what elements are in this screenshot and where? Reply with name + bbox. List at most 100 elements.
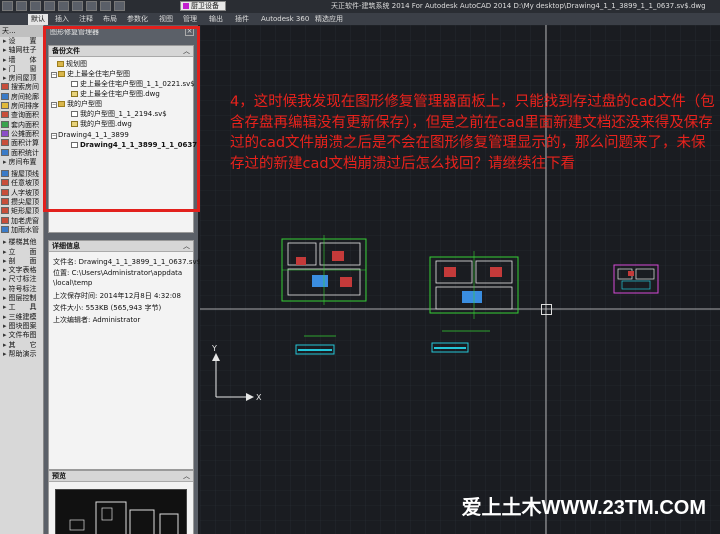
menu-section[interactable]: 剖 面	[0, 257, 43, 266]
preview-thumbnail	[55, 489, 187, 534]
print-icon[interactable]	[72, 1, 83, 11]
menu-blocks-hatches[interactable]: 图块图案	[0, 322, 43, 331]
menu-rect-roof[interactable]: 矩形屋顶	[0, 207, 43, 216]
detail-last-saved: 上次保存时间: 2014年12月8日 4:32:08	[53, 292, 181, 300]
menu-elevation[interactable]: 立 面	[0, 248, 43, 257]
details-header[interactable]: 详细信息 ︿	[49, 241, 193, 252]
collapse-icon[interactable]: −	[51, 133, 57, 139]
menu-3d-modeling[interactable]: 三维建模	[0, 313, 43, 322]
drawing-canvas[interactable]: Y X 4，这时候我发现在图形修复管理器面板上，只能找到存过盘的cad文件（包含…	[200, 25, 720, 534]
pyramid-roof-icon	[1, 198, 9, 206]
tree-node-folder[interactable]: − Drawing4_1_1_3899	[51, 131, 129, 140]
redo-icon[interactable]	[100, 1, 111, 11]
menu-dormer[interactable]: 加老虎窗	[0, 216, 43, 226]
ribbon-tabs: 默认 插入 注释 布局 参数化 视图 管理 输出 插件 Autodesk 360…	[0, 13, 720, 25]
menu-dimensions[interactable]: 尺寸标注	[0, 275, 43, 284]
menu-axis-columns[interactable]: 轴网柱子	[0, 46, 43, 55]
tree-node-folder[interactable]: − 史上最全住宅户型图	[51, 70, 130, 79]
workspace-dropdown[interactable]: 厨卫设备	[180, 1, 226, 11]
tree-node-file-selected[interactable]: Drawing4_1_1_3899_1_1_0637.sv$	[71, 141, 213, 150]
rain-pipe-icon	[1, 225, 9, 233]
svg-text:X: X	[256, 393, 262, 402]
save-icon[interactable]	[44, 1, 55, 11]
menu-text-tables[interactable]: 文字表格	[0, 266, 43, 275]
preview-drawing	[69, 501, 179, 534]
detail-filename: 文件名: Drawing4_1_1_3899_1_1_0637.sv$	[53, 258, 202, 266]
menu-stairs-other[interactable]: 楼梯其他	[0, 238, 43, 247]
tree-node-file[interactable]: 史上最全住宅户型图_1_1_0221.sv$	[71, 80, 195, 89]
undo-icon[interactable]	[86, 1, 97, 11]
backup-file-icon	[71, 81, 78, 87]
tab-manage[interactable]: 管理	[180, 14, 200, 25]
menu-symbol-marks[interactable]: 符号标注	[0, 285, 43, 294]
tree-node-file[interactable]: 我的户型图_1_1_2194.sv$	[71, 110, 167, 119]
menu-rooms-roofs[interactable]: 房间屋顶	[0, 74, 43, 83]
menu-any-slope-roof[interactable]: 任意坡顶	[0, 179, 43, 188]
chevron-up-icon: ︿	[183, 47, 190, 55]
save-as-icon[interactable]	[58, 1, 69, 11]
menu-search-rooms[interactable]: 搜索房间	[0, 83, 43, 92]
menu-gable-roof[interactable]: 人字坡顶	[0, 188, 43, 198]
drawing-recovery-manager: 图形修复管理器 × 备份文件 ︿ 规划图 − 史上最全住宅户型图 史上最全住宅户型图…	[44, 25, 213, 534]
preview-header[interactable]: 预览 ︿	[49, 471, 193, 482]
menu-walls[interactable]: 墙 体	[0, 56, 43, 65]
tree-node-folder[interactable]: − 我的户型图	[51, 100, 102, 109]
preview-section: 预览 ︿	[48, 470, 194, 534]
menu-help-demo[interactable]: 帮助演示	[0, 350, 43, 359]
menu-rain-pipe[interactable]: 加雨水管	[0, 225, 43, 235]
menu-file-layout[interactable]: 文件布图	[0, 331, 43, 340]
quick-access-toolbar	[2, 1, 125, 11]
menu-unit-area[interactable]: 套内面积	[0, 120, 43, 130]
menu-search-roof-line[interactable]: 搜屋顶线	[0, 170, 43, 179]
menu-tools[interactable]: 工 具	[0, 303, 43, 312]
chevron-up-icon: ︿	[183, 242, 190, 250]
tab-parametric[interactable]: 参数化	[124, 14, 151, 25]
close-icon[interactable]: ×	[185, 27, 194, 36]
menu-settings[interactable]: 设 置	[0, 37, 43, 46]
dwg-file-icon	[71, 91, 78, 97]
tab-output[interactable]: 输出	[206, 14, 226, 25]
menu-query-area[interactable]: 查询面积	[0, 111, 43, 120]
unit-area-icon	[1, 120, 9, 128]
menu-room-layout[interactable]: 房间布置	[0, 158, 43, 167]
tab-autodesk-360[interactable]: Autodesk 360	[258, 14, 312, 25]
menu-other[interactable]: 其 它	[0, 341, 43, 350]
tree-node-file[interactable]: 史上最全住宅户型图.dwg	[71, 90, 160, 99]
svg-text:Y: Y	[211, 344, 217, 353]
details-section: 详细信息 ︿ 文件名: Drawing4_1_1_3899_1_1_0637.sv…	[48, 240, 201, 470]
menu-area-calc[interactable]: 面积计算	[0, 139, 43, 148]
tab-featured-apps[interactable]: 精选应用	[312, 14, 346, 25]
tab-plugins[interactable]: 插件	[232, 14, 252, 25]
shared-area-icon	[1, 129, 9, 137]
menu-room-outline[interactable]: 房间轮廓	[0, 92, 43, 102]
workspace-icon[interactable]	[114, 1, 125, 11]
tab-layout[interactable]: 布局	[100, 14, 120, 25]
backup-files-section: 备份文件 ︿ 规划图 − 史上最全住宅户型图 史上最全住宅户型图_1_1_0221.…	[48, 45, 213, 233]
app-menu-icon[interactable]	[2, 1, 13, 11]
tarch-screen-menu: 天... 设 置 轴网柱子 墙 体 门 窗 房间屋顶 搜索房间 房间轮廓 房间排…	[0, 25, 44, 534]
open-file-icon[interactable]	[30, 1, 41, 11]
room-sort-icon	[1, 102, 9, 110]
tree-node-folder[interactable]: 规划图	[57, 60, 87, 69]
menu-room-sort[interactable]: 房间排序	[0, 102, 43, 111]
slope-roof-icon	[1, 179, 9, 187]
menu-shared-area[interactable]: 公摊面积	[0, 129, 43, 139]
cursor-pickbox	[541, 304, 552, 315]
new-file-icon[interactable]	[16, 1, 27, 11]
menu-doors-windows[interactable]: 门 窗	[0, 65, 43, 74]
menu-pyramid-roof[interactable]: 攒尖屋顶	[0, 198, 43, 207]
rect-roof-icon	[1, 207, 9, 215]
tree-node-file[interactable]: 我的户型图.dwg	[71, 120, 132, 129]
menu-layer-control[interactable]: 图层控制	[0, 294, 43, 303]
tab-view[interactable]: 视图	[156, 14, 176, 25]
tab-insert[interactable]: 插入	[52, 14, 72, 25]
folder-icon	[58, 71, 65, 77]
folder-icon	[57, 61, 64, 67]
backup-files-header[interactable]: 备份文件 ︿	[49, 46, 193, 57]
tab-annotate[interactable]: 注释	[76, 14, 96, 25]
tab-default[interactable]: 默认	[28, 14, 48, 25]
collapse-icon[interactable]: −	[51, 72, 57, 78]
backup-file-icon	[71, 142, 78, 148]
collapse-icon[interactable]: −	[51, 102, 57, 108]
menu-area-stats[interactable]: 面积统计	[0, 148, 43, 158]
